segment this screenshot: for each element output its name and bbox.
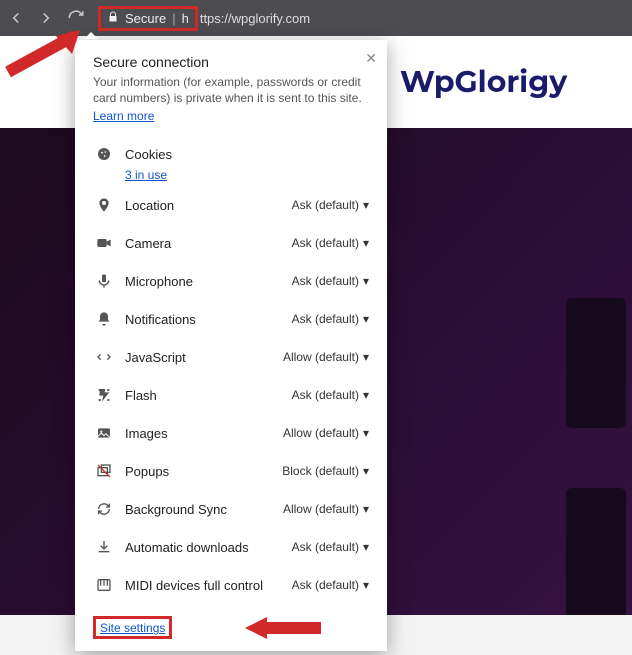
camera-icon xyxy=(93,235,115,251)
perm-row-js: JavaScriptAllow (default)▾ xyxy=(75,338,387,376)
perm-value-dropdown[interactable]: Ask (default)▾ xyxy=(292,274,369,288)
url-text[interactable]: ttps://wpglorify.com xyxy=(200,11,310,26)
perm-row-sync: Background SyncAllow (default)▾ xyxy=(75,490,387,528)
perm-row-bell: NotificationsAsk (default)▾ xyxy=(75,300,387,338)
midi-icon xyxy=(93,577,115,593)
cookies-count-link[interactable]: 3 in use xyxy=(125,168,167,182)
chevron-down-icon: ▾ xyxy=(363,426,369,440)
brand-logo: WpGlorigy xyxy=(400,67,567,97)
perm-label: Microphone xyxy=(115,274,292,289)
perm-row-location: LocationAsk (default)▾ xyxy=(75,186,387,224)
mic-icon xyxy=(93,273,115,289)
separator: | xyxy=(172,11,175,26)
js-icon xyxy=(93,349,115,365)
perm-row-mic: MicrophoneAsk (default)▾ xyxy=(75,262,387,300)
perm-value-dropdown[interactable]: Ask (default)▾ xyxy=(292,578,369,592)
chevron-down-icon: ▾ xyxy=(363,312,369,326)
chevron-down-icon: ▾ xyxy=(363,198,369,212)
perm-label: Popups xyxy=(115,464,282,479)
perm-row-flash: FlashAsk (default)▾ xyxy=(75,376,387,414)
popup-body: Your information (for example, passwords… xyxy=(93,74,369,106)
chevron-down-icon: ▾ xyxy=(363,274,369,288)
annotation-arrow-icon xyxy=(243,613,323,643)
images-icon xyxy=(93,425,115,441)
perm-label: Automatic downloads xyxy=(115,540,292,555)
secure-indicator[interactable]: Secure | h xyxy=(98,6,198,31)
permissions-list: Cookies 3 in use LocationAsk (default)▾C… xyxy=(75,129,387,606)
cookie-icon xyxy=(93,146,115,162)
chevron-down-icon: ▾ xyxy=(363,388,369,402)
perm-row-download: Automatic downloadsAsk (default)▾ xyxy=(75,528,387,566)
chevron-down-icon: ▾ xyxy=(363,540,369,554)
popup-icon xyxy=(93,463,115,479)
perm-value-dropdown[interactable]: Ask (default)▾ xyxy=(292,236,369,250)
perm-value-dropdown[interactable]: Block (default)▾ xyxy=(282,464,369,478)
lock-icon xyxy=(107,11,119,26)
perm-value-dropdown[interactable]: Ask (default)▾ xyxy=(292,388,369,402)
perm-label: Images xyxy=(115,426,283,441)
flash-icon xyxy=(93,387,115,403)
bell-icon xyxy=(93,311,115,327)
site-info-popup: ✕ Secure connection Your information (fo… xyxy=(75,40,387,651)
address-bar: Secure | h ttps://wpglorify.com xyxy=(0,0,632,36)
content-card xyxy=(566,298,626,428)
location-icon xyxy=(93,197,115,213)
perm-value-dropdown[interactable]: Ask (default)▾ xyxy=(292,312,369,326)
perm-label: MIDI devices full control xyxy=(115,578,292,593)
learn-more-link[interactable]: Learn more xyxy=(93,109,154,123)
cookies-label: Cookies xyxy=(115,147,369,162)
perm-row-midi: MIDI devices full controlAsk (default)▾ xyxy=(75,566,387,604)
chevron-down-icon: ▾ xyxy=(363,236,369,250)
perm-row-images: ImagesAllow (default)▾ xyxy=(75,414,387,452)
content-card xyxy=(566,488,626,618)
perm-value-dropdown[interactable]: Allow (default)▾ xyxy=(283,426,369,440)
chevron-down-icon: ▾ xyxy=(363,464,369,478)
close-icon[interactable]: ✕ xyxy=(365,50,377,67)
perm-value-dropdown[interactable]: Allow (default)▾ xyxy=(283,502,369,516)
perm-label: Flash xyxy=(115,388,292,403)
perm-label: Camera xyxy=(115,236,292,251)
perm-label: Background Sync xyxy=(115,502,283,517)
perm-value-dropdown[interactable]: Ask (default)▾ xyxy=(292,540,369,554)
perm-label: JavaScript xyxy=(115,350,283,365)
perm-value-dropdown[interactable]: Allow (default)▾ xyxy=(283,350,369,364)
chevron-down-icon: ▾ xyxy=(363,502,369,516)
popup-pointer xyxy=(84,32,98,39)
perm-label: Location xyxy=(115,198,292,213)
perm-label: Notifications xyxy=(115,312,292,327)
site-settings-link[interactable]: Site settings xyxy=(100,621,165,635)
chevron-down-icon: ▾ xyxy=(363,578,369,592)
url-prefix: h xyxy=(182,11,189,26)
popup-title: Secure connection xyxy=(93,54,369,70)
sync-icon xyxy=(93,501,115,517)
perm-value-dropdown[interactable]: Ask (default)▾ xyxy=(292,198,369,212)
annotation-arrow-icon xyxy=(0,28,84,82)
perm-row-popup: PopupsBlock (default)▾ xyxy=(75,452,387,490)
chevron-down-icon: ▾ xyxy=(363,350,369,364)
download-icon xyxy=(93,539,115,555)
secure-label: Secure xyxy=(125,11,166,26)
perm-row-camera: CameraAsk (default)▾ xyxy=(75,224,387,262)
